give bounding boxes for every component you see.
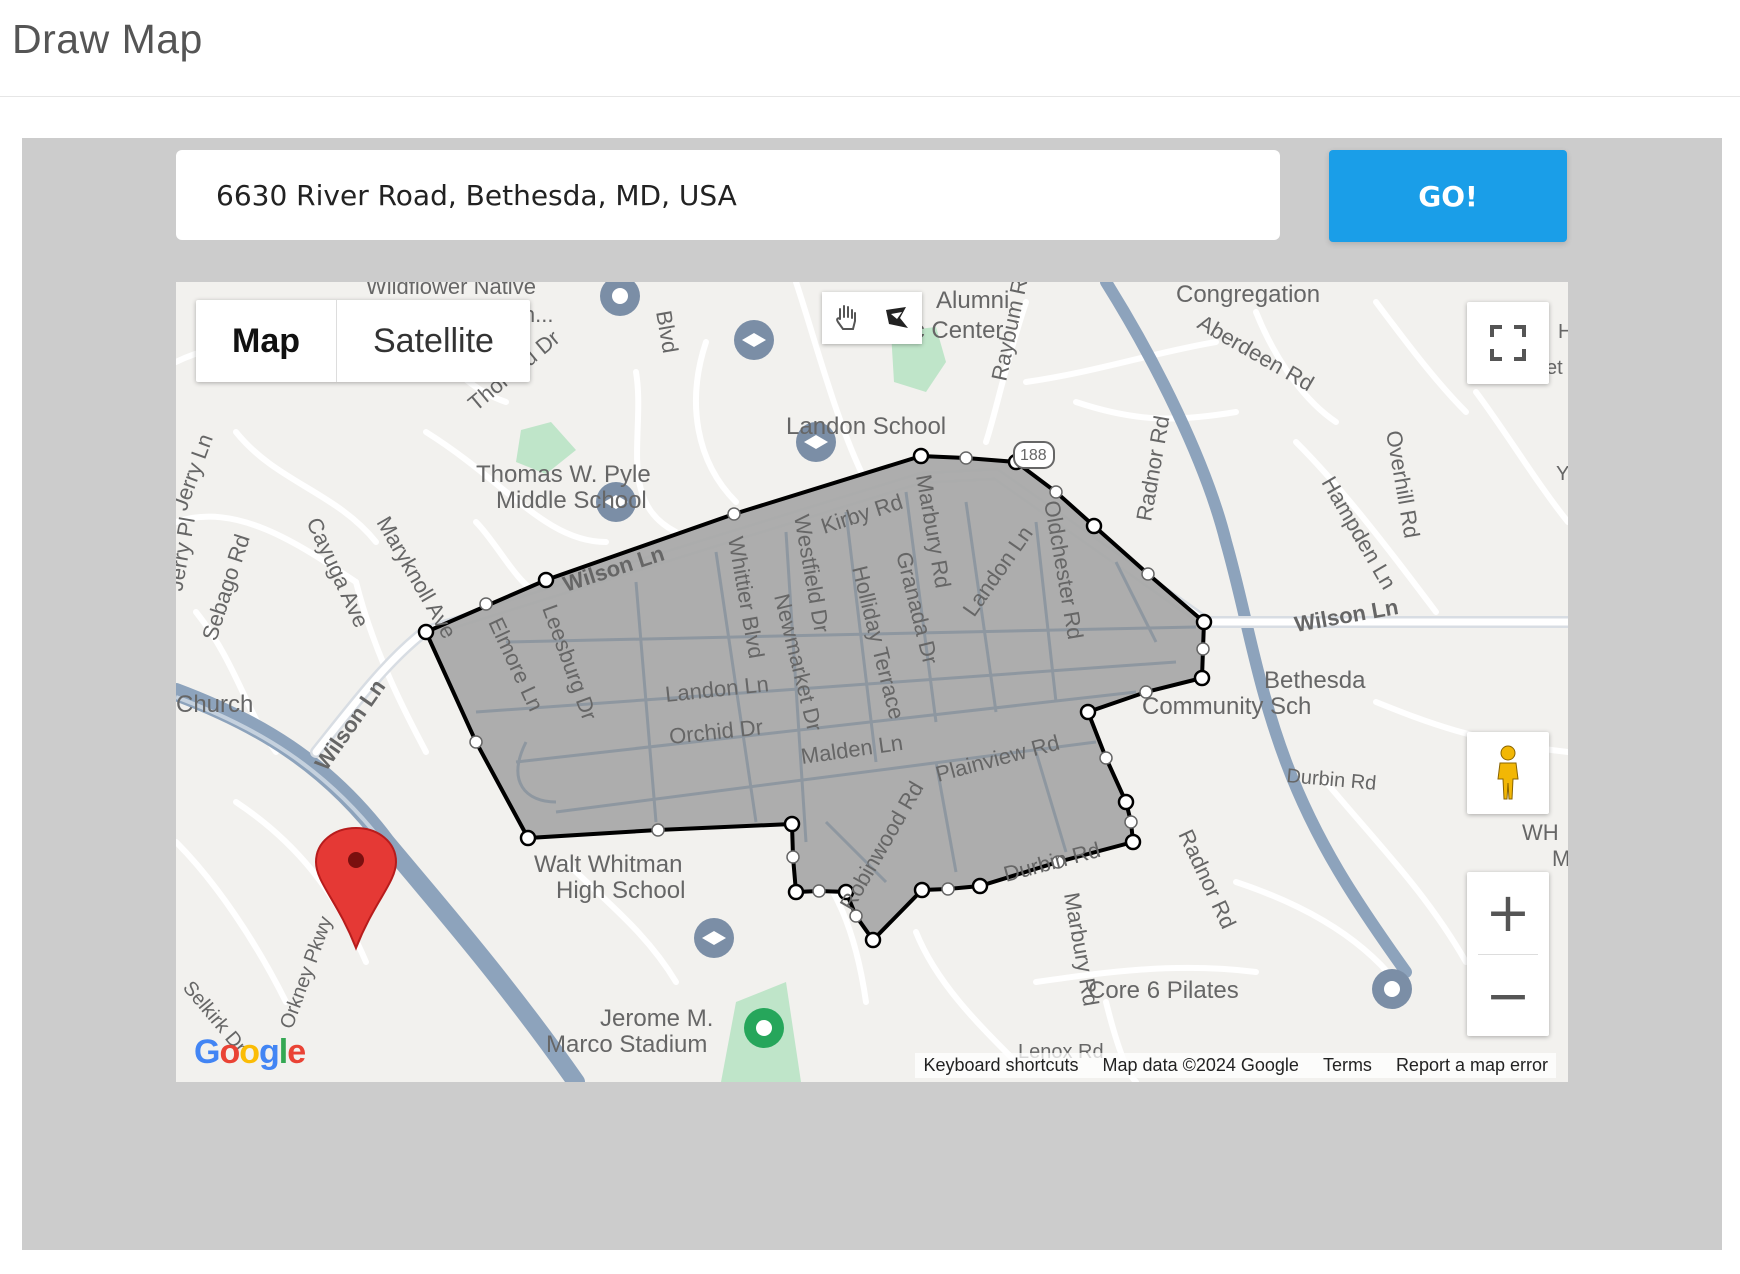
map-label: Wildflower Native [366, 282, 536, 299]
map-label: M [1552, 846, 1568, 871]
page-header: Draw Map [0, 0, 1740, 97]
zoom-control: + − [1467, 872, 1549, 1036]
keyboard-shortcuts-link[interactable]: Keyboard shortcuts [923, 1055, 1078, 1076]
map-type-satellite-button[interactable]: Satellite [337, 300, 530, 382]
stadium-icon [744, 1008, 784, 1048]
map-label: Congregation [1176, 282, 1320, 308]
terms-link[interactable]: Terms [1323, 1055, 1372, 1076]
map-label: Blvd [651, 309, 683, 355]
place-icon [1372, 969, 1412, 1009]
map-label: Walt Whitman [534, 851, 682, 878]
map-label: Thomas W. Pyle [476, 461, 651, 488]
map-label: Community Sch [1142, 693, 1311, 720]
page-title: Draw Map [12, 16, 203, 62]
map-label: Wilson Ln [1293, 594, 1401, 637]
map-label: Middle School [496, 487, 647, 514]
map-data-text: Map data ©2024 Google [1102, 1055, 1299, 1075]
google-logo: Google [194, 1033, 306, 1071]
report-map-error-link[interactable]: Report a map error [1396, 1055, 1548, 1076]
fullscreen-icon[interactable] [1467, 302, 1549, 384]
map-attribution: Keyboard shortcuts Map data ©2024 Google… [915, 1053, 1556, 1078]
map-label: Radnor Rd [1131, 414, 1174, 523]
map-label: Hampden Ln [1317, 472, 1402, 594]
address-search-input[interactable] [176, 150, 1280, 240]
map-type-map-button[interactable]: Map [196, 300, 337, 382]
map-label: Radnor Rd [1173, 826, 1241, 933]
polygon-draw-icon[interactable] [872, 292, 922, 344]
route-188-label: 188 [1020, 447, 1047, 464]
hand-icon[interactable] [822, 292, 872, 344]
map-label: Jerry Ln [176, 430, 218, 513]
map-label: Church [176, 691, 253, 718]
map-label: Hu [1558, 321, 1568, 343]
zoom-out-icon[interactable]: − [1467, 955, 1549, 1037]
map-canvas[interactable]: Wildflower Native Pen... Blvd Thoreau Dr… [176, 282, 1568, 1082]
map-label: Maryknoll Ave [372, 512, 462, 643]
map-label: Core 6 Pilates [1088, 977, 1239, 1004]
school-icon [734, 320, 774, 360]
place-icon [600, 282, 640, 316]
map-label: Orkney Pkwy [276, 913, 337, 1031]
map-type-control: Map Satellite [196, 300, 530, 382]
map-label: Jerome M. [600, 1005, 713, 1032]
map-label: Y [1556, 463, 1568, 485]
map-label: Bethesda [1264, 667, 1366, 694]
pegman-icon[interactable] [1467, 732, 1549, 814]
map-label: WH [1522, 820, 1559, 845]
map-label: Wilson Ln [310, 675, 391, 775]
map-label: Alumni [936, 287, 1009, 314]
map-label: Landon School [786, 413, 946, 440]
map-label: Marco Stadium [546, 1031, 707, 1058]
map-label: High School [556, 877, 685, 904]
drawing-toolbar [822, 292, 922, 344]
go-button[interactable]: GO! [1329, 150, 1567, 242]
map-label: Aberdeen Rd [1194, 310, 1319, 396]
map-label: Jerry Pl [176, 515, 200, 593]
zoom-in-icon[interactable]: + [1467, 872, 1549, 954]
school-icon [694, 918, 734, 958]
map-label: Sebago Rd [197, 531, 255, 643]
map-label: Overhill Rd [1381, 429, 1425, 541]
